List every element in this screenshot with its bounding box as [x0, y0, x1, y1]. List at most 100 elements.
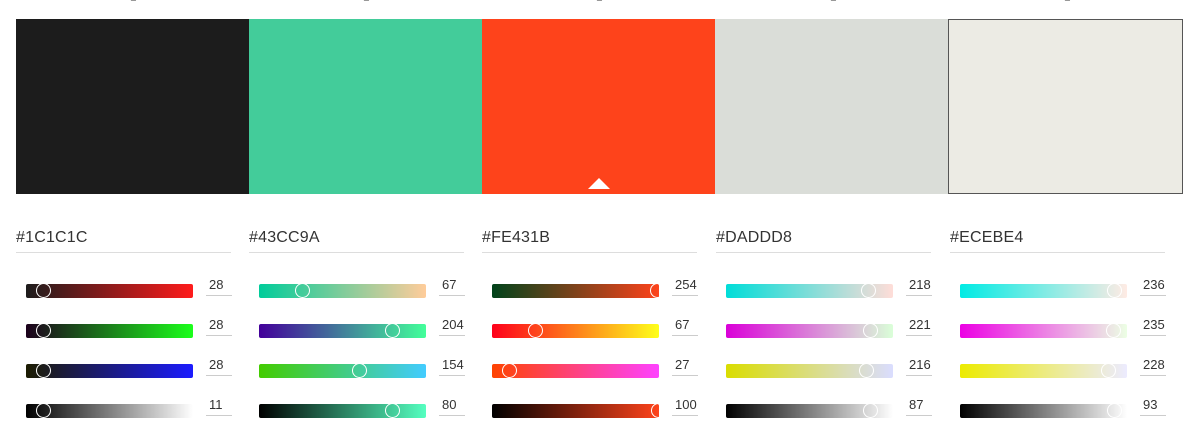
blue-value-input[interactable]: 28 [206, 356, 232, 376]
blue-value-input[interactable]: 27 [672, 356, 698, 376]
red-value-input[interactable]: 28 [206, 276, 232, 296]
blue-channel-row: 28 [26, 357, 256, 378]
blue-value-input[interactable]: 228 [1140, 356, 1166, 376]
hex-input[interactable]: #1C1C1C [16, 226, 231, 253]
swatch-5[interactable] [948, 19, 1183, 194]
slider-handle[interactable] [863, 403, 879, 418]
green-value-input[interactable]: 204 [439, 316, 465, 336]
red-channel-row: 218 [726, 277, 956, 298]
blue-channel-row: 154 [259, 357, 489, 378]
brightness-slider[interactable] [26, 403, 193, 418]
red-slider[interactable] [259, 283, 426, 298]
red-channel-row: 236 [960, 277, 1190, 298]
blue-slider[interactable] [259, 363, 426, 378]
green-slider[interactable] [26, 323, 193, 338]
slider-handle[interactable] [294, 283, 310, 298]
slider-handle[interactable] [36, 363, 52, 378]
brightness-value-input[interactable]: 11 [206, 396, 232, 416]
red-slider[interactable] [726, 283, 893, 298]
slider-handle[interactable] [650, 283, 666, 298]
green-channel-row: 235 [960, 317, 1190, 338]
slider-handle[interactable] [1105, 323, 1121, 338]
slider-handle[interactable] [501, 363, 517, 378]
green-value-input[interactable]: 235 [1140, 316, 1166, 336]
swatch-4[interactable] [715, 19, 948, 194]
brightness-slider[interactable] [726, 403, 893, 418]
red-slider[interactable] [960, 283, 1127, 298]
brightness-channel-row: 80 [259, 397, 489, 418]
brightness-value-input[interactable]: 87 [906, 396, 932, 416]
brightness-channel-row: 93 [960, 397, 1190, 418]
brightness-value-input[interactable]: 93 [1140, 396, 1166, 416]
slider-handle[interactable] [862, 323, 878, 338]
color-editor-4: #DADDD8 [716, 226, 931, 253]
brightness-slider[interactable] [492, 403, 666, 418]
green-value-input[interactable]: 221 [906, 316, 932, 336]
swatch-1[interactable] [16, 19, 249, 194]
blue-channel-row: 228 [960, 357, 1190, 378]
swatch-label-mark [363, 0, 372, 1]
green-value-input[interactable]: 67 [672, 316, 698, 336]
red-channel-row: 28 [26, 277, 256, 298]
blue-value-input[interactable]: 154 [439, 356, 465, 376]
slider-handle[interactable] [860, 283, 876, 298]
slider-handle[interactable] [651, 403, 666, 418]
slider-handle[interactable] [36, 283, 52, 298]
swatch-label-mark [830, 0, 839, 1]
swatch-label-mark [596, 0, 605, 1]
hex-input[interactable]: #ECEBE4 [950, 226, 1165, 253]
slider-handle[interactable] [36, 323, 52, 338]
red-value-input[interactable]: 254 [672, 276, 698, 296]
blue-channel-row: 27 [492, 357, 722, 378]
color-editor-1: #1C1C1C [16, 226, 231, 253]
slider-handle[interactable] [351, 363, 367, 378]
hex-input[interactable]: #DADDD8 [716, 226, 931, 253]
swatch-label-mark [1064, 0, 1073, 1]
blue-slider[interactable] [26, 363, 193, 378]
blue-slider[interactable] [492, 363, 659, 378]
swatch-2[interactable] [249, 19, 482, 194]
red-channel-row: 254 [492, 277, 722, 298]
blue-slider[interactable] [726, 363, 893, 378]
red-slider[interactable] [492, 283, 666, 298]
brightness-channel-row: 87 [726, 397, 956, 418]
brightness-slider[interactable] [259, 403, 426, 418]
green-slider[interactable] [960, 323, 1127, 338]
brightness-value-input[interactable]: 100 [672, 396, 698, 416]
red-value-input[interactable]: 67 [439, 276, 465, 296]
red-channel-row: 67 [259, 277, 489, 298]
palette-swatches [16, 19, 1183, 194]
swatch-label-mark [130, 0, 139, 1]
slider-handle[interactable] [1107, 403, 1123, 418]
green-channel-row: 67 [492, 317, 722, 338]
red-value-input[interactable]: 236 [1140, 276, 1166, 296]
green-slider[interactable] [259, 323, 426, 338]
slider-handle[interactable] [36, 403, 52, 418]
slider-handle[interactable] [859, 363, 875, 378]
swatch-3[interactable] [482, 19, 715, 194]
slider-handle[interactable] [384, 403, 400, 418]
color-editor-3: #FE431B [482, 226, 697, 253]
brightness-value-input[interactable]: 80 [439, 396, 465, 416]
green-slider[interactable] [726, 323, 893, 338]
blue-value-input[interactable]: 216 [906, 356, 932, 376]
brightness-slider[interactable] [960, 403, 1127, 418]
color-editor-5: #ECEBE4 [950, 226, 1165, 253]
slider-handle[interactable] [527, 323, 543, 338]
slider-handle[interactable] [384, 323, 400, 338]
red-value-input[interactable]: 218 [906, 276, 932, 296]
green-channel-row: 221 [726, 317, 956, 338]
slider-handle[interactable] [1106, 283, 1122, 298]
brightness-channel-row: 100 [492, 397, 722, 418]
hex-input[interactable]: #43CC9A [249, 226, 464, 253]
red-slider[interactable] [26, 283, 193, 298]
green-channel-row: 28 [26, 317, 256, 338]
green-channel-row: 204 [259, 317, 489, 338]
green-slider[interactable] [492, 323, 659, 338]
slider-handle[interactable] [1101, 363, 1117, 378]
hex-input[interactable]: #FE431B [482, 226, 697, 253]
swatch-top-labels [0, 0, 1197, 4]
blue-slider[interactable] [960, 363, 1127, 378]
blue-channel-row: 216 [726, 357, 956, 378]
green-value-input[interactable]: 28 [206, 316, 232, 336]
